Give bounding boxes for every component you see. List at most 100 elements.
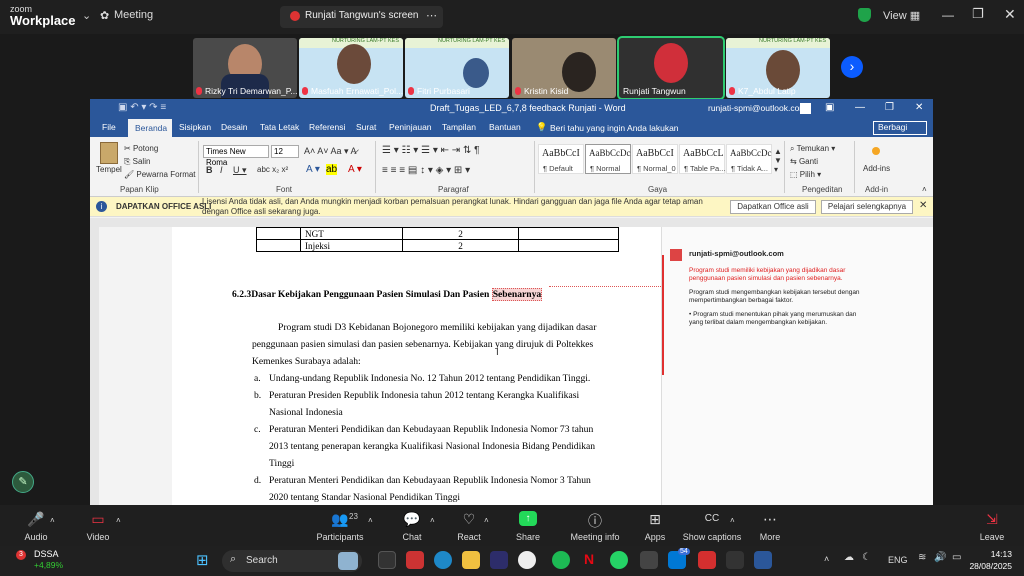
close-icon[interactable]: ✕ <box>1004 6 1016 23</box>
pdf-icon[interactable] <box>698 551 716 569</box>
tab-tata-letak[interactable]: Tata Letak <box>260 122 299 132</box>
comment-body[interactable]: • Program studi menentukan pihak yang me… <box>689 311 861 327</box>
chevron-down-icon[interactable]: ⌄ <box>82 9 91 22</box>
leave-button[interactable]: Leave <box>976 532 1008 542</box>
chat-button[interactable]: Chat <box>398 532 426 542</box>
restore-icon[interactable]: ❐ <box>885 102 894 113</box>
select-button[interactable]: ⬚ Pilih ▾ <box>790 170 821 179</box>
style-normal[interactable]: AaBbCcDc ¶ Normal <box>585 144 631 174</box>
tab-beranda[interactable]: Beranda <box>135 123 167 133</box>
video-off-icon[interactable]: ▭ <box>88 511 108 528</box>
paste-icon[interactable] <box>100 142 118 164</box>
participant-tile[interactable]: NURTURING LAM-PT KES Fitri Purbasari <box>405 38 509 98</box>
quick-access-icons[interactable]: ▣ ↶ ▾ ↷ ≡ <box>118 102 166 113</box>
tab-surat[interactable]: Surat <box>356 122 376 132</box>
addins-button[interactable]: Add-ins <box>863 164 890 173</box>
apps-button[interactable]: Apps <box>639 532 671 542</box>
task-view-icon[interactable] <box>378 551 396 569</box>
learn-more-button[interactable]: Pelajari selengkapnya <box>821 200 913 214</box>
share-button[interactable]: Berbagi <box>873 121 927 135</box>
react-icon[interactable]: ♡ <box>459 511 479 528</box>
style-table-pa[interactable]: AaBbCcL ¶ Table Pa... <box>679 144 725 174</box>
tab-file[interactable]: File <box>102 122 116 132</box>
apps-icon[interactable]: ⊞ <box>645 511 665 528</box>
chevron-up-icon[interactable]: ˄ <box>730 516 735 525</box>
volume-icon[interactable]: 🔊 <box>934 552 946 563</box>
participant-tile-active[interactable]: Runjati Tangwun <box>617 36 725 100</box>
account-name[interactable]: runjati-spmi@outlook.com <box>708 103 806 113</box>
list-icons[interactable]: ☰ ▾ ☷ ▾ ☰ ▾ ⇤ ⇥ ⇅ ¶ <box>382 145 479 156</box>
tab-bantuan[interactable]: Bantuan <box>489 122 521 132</box>
tab-tampilan[interactable]: Tampilan <box>442 122 476 132</box>
chevron-up-icon[interactable]: ˄ <box>50 516 55 525</box>
close-icon[interactable]: ✕ <box>915 102 923 113</box>
chevron-up-icon[interactable]: ˄ <box>484 516 489 525</box>
participant-tile[interactable]: NURTURING LAM-PT KES K7_Abdul Latip <box>726 38 830 98</box>
clock-time[interactable]: 14:13 <box>986 549 1012 559</box>
show-captions-button[interactable]: Show captions <box>682 532 742 542</box>
language-indicator[interactable]: ENG <box>888 555 908 565</box>
view-button[interactable]: View ▦ <box>883 9 920 22</box>
restore-icon[interactable]: ❐ <box>972 6 984 22</box>
battery-icon[interactable]: ▭ <box>952 552 961 563</box>
italic-icon[interactable]: I <box>220 165 223 175</box>
font-name-select[interactable]: Times New Roma <box>203 145 269 167</box>
bold-icon[interactable]: B <box>206 165 213 175</box>
addins-icon[interactable] <box>872 147 880 155</box>
tab-desain[interactable]: Desain <box>221 122 247 132</box>
windows-start-icon[interactable]: ⊞ <box>196 551 209 569</box>
highlight-icon[interactable]: ab <box>326 164 338 175</box>
font-grow-shrink-icons[interactable]: A˄ A˅ Aa ▾ A̷ <box>304 146 357 157</box>
ribbon-display-icon[interactable]: ▣ <box>825 102 834 113</box>
leave-icon[interactable]: ⇲ <box>982 511 1002 528</box>
spotify-icon[interactable] <box>552 551 570 569</box>
style-normal-0[interactable]: AaBbCcI ¶ Normal_0 <box>632 144 678 174</box>
edge-icon[interactable] <box>434 551 452 569</box>
participant-tile[interactable]: NURTURING LAM-PT KES Masfuah Ernawati_Po… <box>299 38 403 98</box>
participant-tile[interactable]: Rizky Tri Demarwan_P... <box>193 38 297 98</box>
more-icon[interactable]: ⋯ <box>760 511 780 528</box>
font-color-icon[interactable]: A ▾ <box>348 164 362 175</box>
wifi-icon[interactable]: ≋ <box>918 552 926 563</box>
app-icon[interactable] <box>406 551 424 569</box>
minimize-icon[interactable]: — <box>942 8 954 22</box>
annotate-icon[interactable]: ✎ <box>12 471 34 493</box>
more-button[interactable]: More <box>754 532 786 542</box>
style-default[interactable]: AaBbCcI ¶ Default <box>538 144 584 174</box>
captions-icon[interactable]: CC <box>702 513 722 524</box>
user-icon[interactable] <box>800 103 811 114</box>
style-tidak-a[interactable]: AaBbCcDc ¶ Tidak A... <box>726 144 772 174</box>
font-size-select[interactable]: 12 <box>271 145 299 158</box>
chat-icon[interactable]: 💬 <box>402 511 422 528</box>
horizontal-ruler[interactable] <box>90 218 933 227</box>
share-screen-icon[interactable]: ↑ <box>519 511 537 526</box>
tab-referensi[interactable]: Referensi <box>309 122 345 132</box>
copy-button[interactable]: ⎘ Salin <box>124 157 150 167</box>
next-page-icon[interactable]: › <box>841 56 863 78</box>
share-button[interactable]: Share <box>512 532 544 542</box>
info-icon[interactable]: ⓘ <box>585 511 605 531</box>
app-icon[interactable] <box>640 551 658 569</box>
audio-button[interactable]: Audio <box>18 532 54 542</box>
collapse-ribbon-icon[interactable]: ˄ <box>922 185 927 194</box>
underline-icon[interactable]: U ▾ <box>233 165 247 176</box>
format-painter-button[interactable]: 🖌 Pewarna Format <box>124 170 196 179</box>
close-icon[interactable]: ✕ <box>919 200 927 211</box>
store-icon[interactable] <box>490 551 508 569</box>
chrome-icon[interactable] <box>518 551 536 569</box>
mic-muted-icon[interactable]: 🎤 <box>26 511 46 528</box>
file-explorer-icon[interactable] <box>462 551 480 569</box>
ticker-name[interactable]: DSSA <box>34 549 59 559</box>
cut-button[interactable]: ✂ Potong <box>124 144 158 153</box>
word-icon[interactable] <box>754 551 772 569</box>
tab-sisipkan[interactable]: Sisipkan <box>179 122 211 132</box>
clock-date[interactable]: 28/08/2025 <box>964 561 1012 571</box>
text-effects-icon[interactable]: A ▾ <box>306 164 320 175</box>
participant-tile[interactable]: Kristin Kisid <box>512 38 616 98</box>
styles-scroll-icon[interactable]: ▲ ▼ ▾ <box>774 147 782 174</box>
document-page[interactable]: NGT 2 Injeksi 2 6.2.3Dasar Kebijakan Pengg… <box>172 227 661 505</box>
participants-button[interactable]: Participants <box>312 532 368 542</box>
replace-button[interactable]: ⇆ Ganti <box>790 157 818 166</box>
netflix-icon[interactable]: N <box>584 551 594 567</box>
comment-body[interactable]: Program studi mengembangkan kebijakan te… <box>689 289 861 305</box>
